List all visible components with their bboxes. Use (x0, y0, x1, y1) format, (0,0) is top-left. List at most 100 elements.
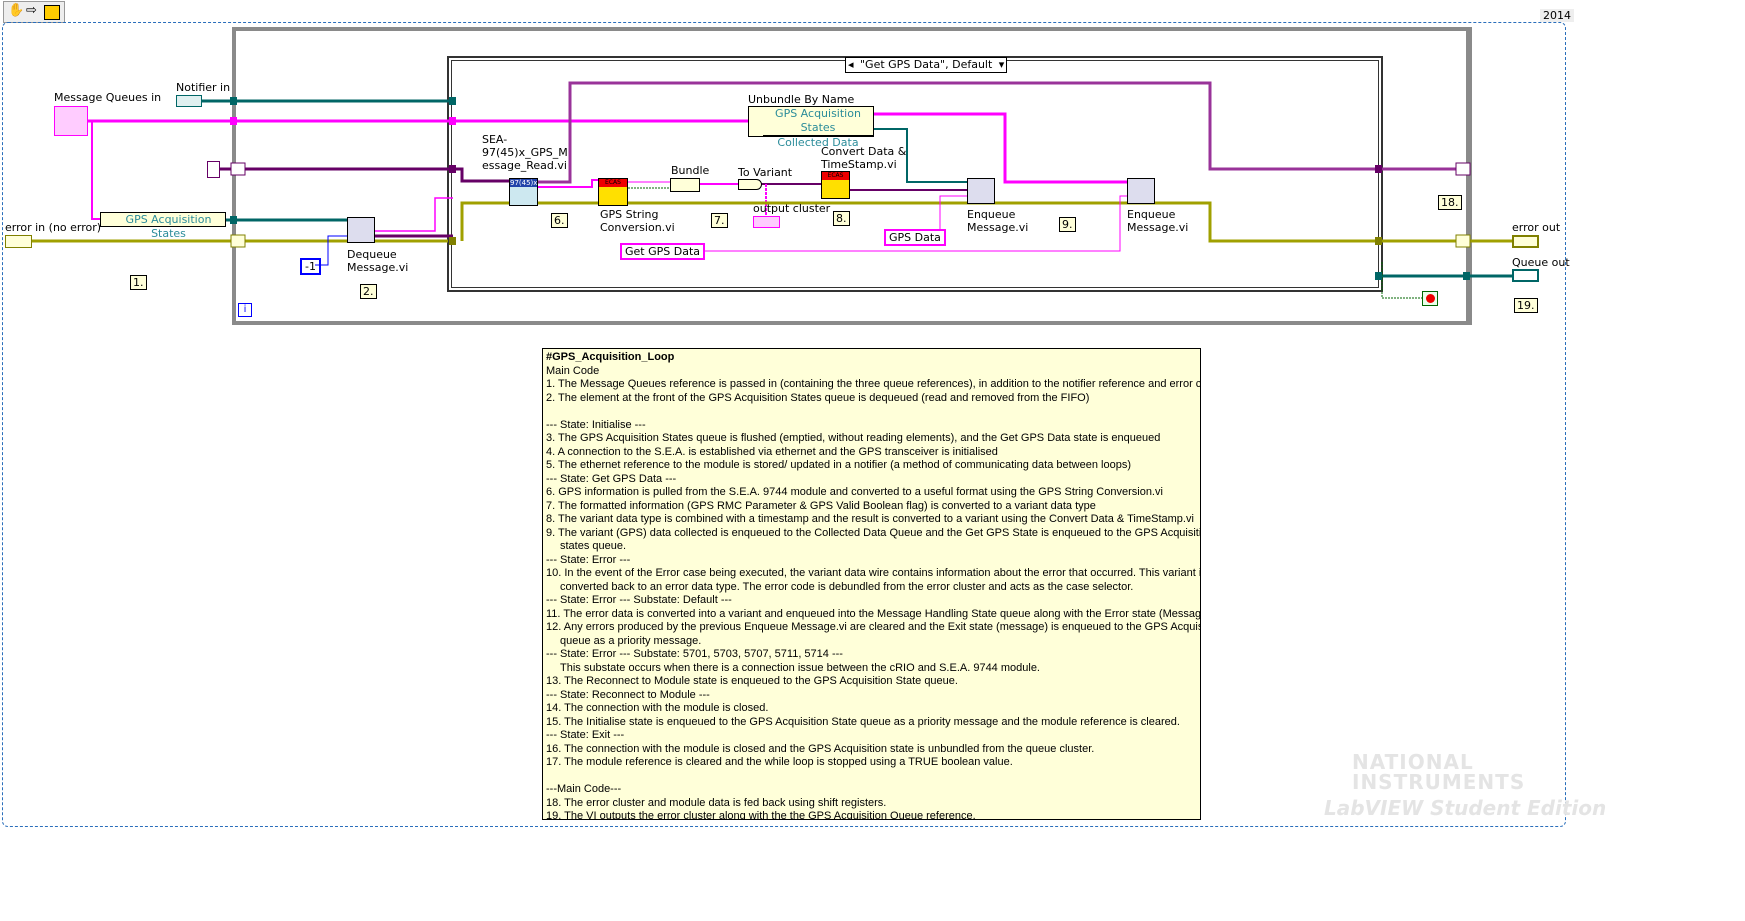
gps-conv-label-1: GPS String (600, 208, 659, 221)
comment-line: --- State: Reconnect to Module --- (546, 688, 710, 701)
sea-read-label-3: essage_Read.vi (482, 159, 567, 172)
comment-line: --- State: Error --- Substate: Default -… (546, 594, 732, 606)
iteration-terminal: i (238, 303, 252, 317)
unbundle-states-wire (873, 112, 1127, 184)
step-label: 2. (360, 284, 377, 299)
tunnel (1375, 272, 1382, 280)
stop-icon (1425, 294, 1435, 303)
comment-line: 12. Any errors produced by the previous … (546, 621, 1201, 633)
comment-line: 10. In the event of the Error case being… (546, 567, 1201, 579)
bundle-node[interactable] (670, 178, 700, 192)
comment-line: --- State: Initialise --- (546, 418, 646, 431)
unbundle-by-name-node[interactable]: GPS Acquisition States Collected Data (748, 106, 874, 149)
to-variant-label: To Variant (738, 166, 793, 179)
shift-register-right (1455, 234, 1471, 248)
step-label: 1. (130, 275, 147, 290)
comment-line: 18. The error cluster and module data is… (546, 796, 887, 809)
queue-out-indicator[interactable] (1512, 269, 1539, 282)
comment-lines: Main Code 1. The Message Queues reference… (546, 364, 1201, 820)
step-label: 19. (1514, 298, 1538, 313)
gps-string-conversion-icon[interactable]: ECAS (598, 178, 628, 206)
convert-timestamp-icon[interactable]: ECAS (821, 171, 850, 199)
get-gps-data-constant[interactable]: Get GPS Data (620, 243, 706, 260)
enqueue-label-1: Enqueue (967, 208, 1016, 221)
comment-line: ---Main Code--- (546, 783, 622, 795)
dequeue-label: Dequeue Message.vi (347, 248, 409, 274)
dequeue-message-icon[interactable] (347, 217, 375, 243)
dequeue-out-wire (375, 197, 453, 232)
to-variant-node[interactable] (738, 179, 762, 190)
bundle-label: Bundle (671, 164, 710, 177)
variant-constant[interactable] (207, 161, 220, 178)
comment-line: 7. The formatted information (GPS RMC Pa… (546, 499, 1096, 512)
comment-line: 19. The VI outputs the error cluster alo… (546, 810, 976, 820)
variant-wire (219, 167, 509, 183)
unbundle-by-name-label: Unbundle By Name (748, 93, 855, 106)
comment-line: 3. The GPS Acquisition States queue is f… (546, 432, 1161, 444)
notifier-in-control[interactable] (176, 95, 202, 107)
comment-line: 6. GPS information is pulled from the S.… (546, 486, 1163, 498)
comment-line: --- State: Exit --- (546, 729, 625, 741)
comment-line: 2. The element at the front of the GPS A… (546, 391, 1090, 404)
step-label: 7. (711, 213, 728, 228)
comment-line: --- State: Error --- (546, 553, 631, 566)
comment-line: 9. The variant (GPS) data collected is e… (546, 526, 1201, 539)
error-out-label: error out (1512, 221, 1561, 234)
tunnel (230, 117, 237, 125)
sea-read-label-1: SEA- (482, 133, 508, 146)
comment-line: 5. The ethernet reference to the module … (546, 459, 1131, 471)
comment-line: 11. The error data is converted into a v… (546, 607, 1201, 620)
enqueue-message-icon[interactable] (1127, 178, 1155, 204)
comment-line: This substate occurs when there is a con… (560, 661, 1040, 674)
comment-line: Main Code (546, 364, 600, 377)
comment-line: 14. The connection with the module is cl… (546, 702, 769, 714)
unbundle-gps-states[interactable]: GPS Acquisition States (100, 212, 226, 240)
convert-label-2: TimeStamp.vi (821, 158, 897, 171)
tunnel (449, 117, 456, 125)
tunnel (230, 97, 237, 105)
queue-wire-branch (91, 121, 100, 220)
enqueue-label-2: Message.vi (1127, 221, 1189, 234)
comment-line: --- State: Error --- Substate: 5701, 570… (546, 648, 843, 660)
queue-out-label: Queue out (1512, 256, 1570, 269)
tunnel (449, 165, 456, 173)
error-in-label: error in (no error) (5, 221, 102, 234)
tunnel (449, 237, 456, 245)
message-queues-in-label: Message Queues in (54, 91, 162, 104)
comment-line: --- State: Get GPS Data --- (546, 472, 677, 485)
enqueue-message-icon[interactable] (967, 178, 995, 204)
comment-line: 17. The module reference is cleared and … (546, 756, 1013, 768)
comment-line: 1. The Message Queues reference is passe… (546, 378, 1201, 390)
stop-wire (1381, 262, 1422, 299)
comment-line (546, 405, 1197, 419)
comment-title: #GPS_Acquisition_Loop (546, 351, 675, 363)
tunnel (1375, 165, 1382, 173)
timeout-constant[interactable]: -1 (300, 258, 321, 275)
sea-read-label-2: 97(45)x_GPS_M (482, 146, 568, 159)
output-cluster-indicator[interactable] (753, 216, 780, 228)
sea-read-icon[interactable]: 97(45)x (509, 178, 538, 206)
step-label: 9. (1059, 217, 1076, 232)
comment-line: 4. A connection to the S.E.A. is establi… (546, 445, 998, 458)
tunnel (230, 216, 237, 224)
comment-line: 13. The Reconnect to Module state is enq… (546, 675, 958, 687)
stop-terminal[interactable] (1422, 291, 1438, 306)
diagram-comment: #GPS_Acquisition_Loop Main Code 1. The Me… (542, 348, 1201, 820)
enqueue-label-1: Enqueue (1127, 208, 1176, 221)
error-out-indicator[interactable] (1512, 235, 1539, 248)
output-cluster-label: output cluster (753, 202, 831, 215)
tunnel (1375, 237, 1382, 245)
comment-line: states queue. (560, 540, 627, 552)
notifier-in-label: Notifier in (176, 81, 231, 94)
gps-data-constant[interactable]: GPS Data (884, 229, 946, 246)
enqueue-label-2: Message.vi (967, 221, 1029, 234)
shift-register-right (1455, 162, 1471, 176)
comment-line: 8. The variant data type is combined wit… (546, 513, 1194, 525)
shift-register-left (230, 234, 246, 248)
error-in-control[interactable] (5, 235, 32, 248)
comment-line: converted back to an error data type. Th… (560, 580, 1134, 593)
message-queues-in-control[interactable] (54, 106, 88, 136)
tunnel (449, 97, 456, 105)
comment-line: queue as a priority message. (560, 634, 702, 647)
comment-line: 15. The Initialise state is enqueued to … (546, 715, 1180, 728)
